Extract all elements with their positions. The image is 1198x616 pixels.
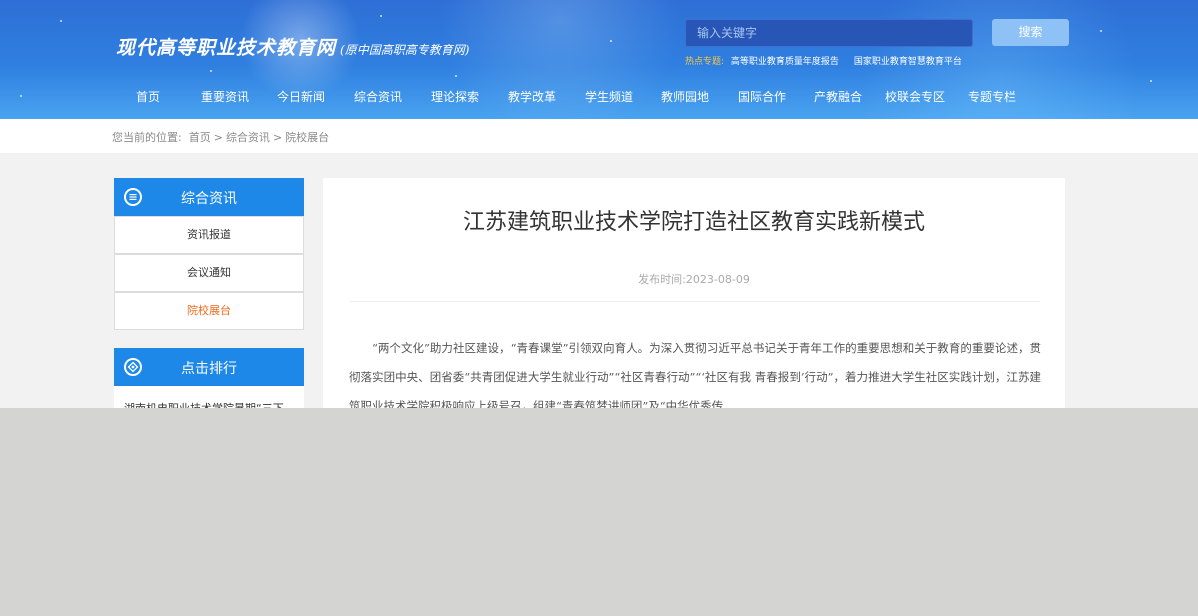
sidebar-item-news-reports[interactable]: 资讯报道 xyxy=(114,216,304,254)
hot-link-quality-report[interactable]: 高等职业教育质量年度报告 xyxy=(731,57,839,67)
nav-item-special-topics[interactable]: 专题专栏 xyxy=(968,88,1016,105)
article-date-value: 2023-08-09 xyxy=(685,273,750,286)
sidebar-header-general-news: 综合资讯 xyxy=(114,178,304,216)
nav-item-today-news[interactable]: 今日新闻 xyxy=(277,88,325,105)
nav-item-alliance[interactable]: 校联会专区 xyxy=(885,88,945,105)
site-title-text: 现代高等职业技术教育网 xyxy=(116,37,337,59)
nav-item-general-news[interactable]: 综合资讯 xyxy=(354,88,402,105)
search-input[interactable] xyxy=(685,19,973,47)
breadcrumb-home[interactable]: 首页 xyxy=(189,131,211,144)
site-header: 现代高等职业技术教育网(原中国高职高专教育网) 搜索 热点专题: 高等职业教育质… xyxy=(0,0,1198,119)
nav-item-teachers[interactable]: 教师园地 xyxy=(661,88,709,105)
breadcrumb-separator: > xyxy=(272,131,283,144)
article-divider xyxy=(350,301,1040,302)
article-publish-date: 发布时间:2023-08-09 xyxy=(323,271,1065,287)
sidebar-header-ranking: 点击排行 xyxy=(114,348,304,386)
nav-item-important-news[interactable]: 重要资讯 xyxy=(201,88,249,105)
site-logo-title[interactable]: 现代高等职业技术教育网 (原中国高职高专教育网) xyxy=(116,33,469,60)
breadcrumb: 您当前的位置: 首页 > 综合资讯 > 院校展台 xyxy=(112,129,329,145)
search-button[interactable]: 搜索 xyxy=(992,19,1069,46)
breadcrumb-general-news[interactable]: 综合资讯 xyxy=(226,131,270,144)
rank-list-item[interactable]: 湖南机电职业技术学院暑期“三下 xyxy=(114,386,304,408)
breadcrumb-school-showcase[interactable]: 院校展台 xyxy=(285,131,329,144)
sidebar-header-title: 综合资讯 xyxy=(181,191,237,207)
breadcrumb-prefix: 您当前的位置: xyxy=(112,131,182,144)
sidebar-item-school-showcase[interactable]: 院校展台 xyxy=(114,292,304,330)
nav-item-teaching-reform[interactable]: 教学改革 xyxy=(508,88,556,105)
hot-topics-label: 热点专题: xyxy=(685,57,725,67)
hot-topics: 热点专题: 高等职业教育质量年度报告 国家职业教育智慧教育平台 xyxy=(685,54,974,67)
nav-item-students[interactable]: 学生频道 xyxy=(585,88,633,105)
breadcrumb-separator: > xyxy=(213,131,223,144)
page-viewport: 现代高等职业技术教育网(原中国高职高专教育网) 搜索 热点专题: 高等职业教育质… xyxy=(0,0,1198,408)
sidebar-header-title: 点击排行 xyxy=(181,361,237,377)
nav-item-industry-education[interactable]: 产教融合 xyxy=(814,88,862,105)
nav-item-international[interactable]: 国际合作 xyxy=(738,88,786,105)
article-body: “两个文化”助力社区建设，“青春课堂”引领双向育人。为深入贯彻习近平总书记关于青… xyxy=(349,341,1041,408)
hot-link-smart-platform[interactable]: 国家职业教育智慧教育平台 xyxy=(854,57,962,67)
article-date-label: 发布时间: xyxy=(638,273,686,286)
sidebar-item-meeting-notices[interactable]: 会议通知 xyxy=(114,254,304,292)
main-nav: 首页 重要资讯 今日新闻 综合资讯 理论探索 教学改革 学生频道 教师园地 国际… xyxy=(0,88,1198,112)
nav-item-theory[interactable]: 理论探索 xyxy=(431,88,479,105)
article-title: 江苏建筑职业技术学院打造社区教育实践新模式 xyxy=(462,210,925,235)
site-subtitle-text: (原中国高职高专教育网) xyxy=(340,43,470,57)
nav-item-home[interactable]: 首页 xyxy=(136,88,160,105)
article-panel: 江苏建筑职业技术学院打造社区教育实践新模式 发布时间:2023-08-09 “两… xyxy=(323,178,1065,408)
breadcrumb-bar: 您当前的位置: 首页 > 综合资讯 > 院校展台 xyxy=(0,119,1198,153)
